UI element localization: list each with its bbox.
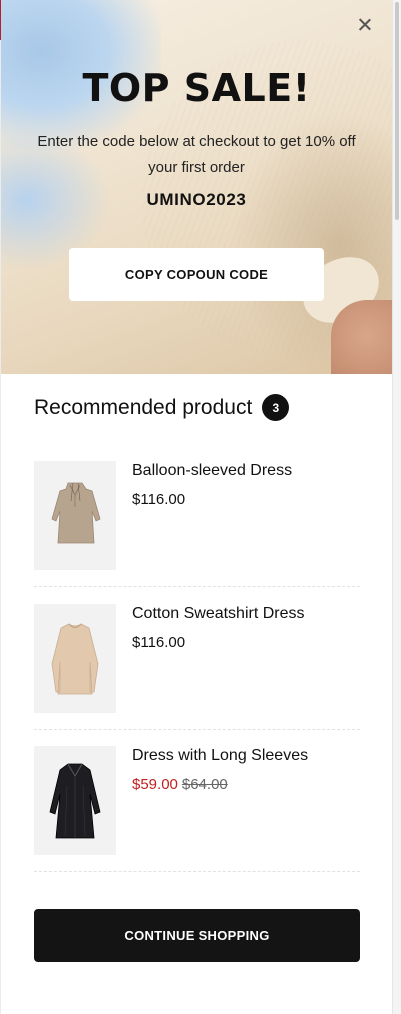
product-price-value: $116.00 [132, 491, 186, 508]
product-item[interactable]: Cotton Sweatshirt Dress $116.00 [34, 604, 360, 714]
product-item[interactable]: Dress with Long Sleeves $59.00 $64.00 [34, 746, 360, 856]
promo-title: TOP SALE! [82, 66, 311, 110]
promo-description: Enter the code below at checkout to get … [37, 133, 356, 176]
product-name[interactable]: Balloon-sleeved Dress [132, 462, 292, 480]
product-name[interactable]: Dress with Long Sleeves [132, 747, 308, 765]
product-divider [34, 871, 360, 872]
product-price-value: $116.00 [132, 634, 186, 651]
recommended-title: Recommended product [34, 395, 253, 419]
close-icon[interactable] [354, 14, 376, 36]
product-divider [34, 586, 360, 587]
hero-image-hand [331, 300, 392, 374]
black-dress-image[interactable] [34, 746, 116, 855]
sale-popup-panel: TOP SALE! Enter the code below at checko… [1, 0, 392, 1014]
product-item[interactable]: Balloon-sleeved Dress $116.00 [34, 461, 360, 571]
recommended-count-badge: 3 [262, 394, 290, 421]
product-price: $59.00 $64.00 [132, 776, 228, 793]
product-sale-price: $59.00 [132, 776, 178, 793]
promo-hero: TOP SALE! Enter the code below at checko… [1, 0, 392, 374]
product-price: $116.00 [132, 634, 185, 651]
copy-coupon-button[interactable]: COPY COPOUN CODE [69, 248, 324, 301]
scrollbar-thumb[interactable] [395, 2, 399, 220]
recommended-header: Recommended product 3 [34, 394, 290, 421]
coupon-code: UMINO2023 [146, 190, 247, 209]
beige-dress-image[interactable] [34, 461, 116, 570]
product-price: $116.00 [132, 491, 185, 508]
product-divider [34, 729, 360, 730]
continue-shopping-button[interactable]: CONTINUE SHOPPING [34, 909, 360, 962]
scrollbar[interactable] [392, 0, 401, 1014]
product-old-price: $64.00 [181, 776, 228, 793]
product-name[interactable]: Cotton Sweatshirt Dress [132, 605, 305, 623]
sweatshirt-dress-image[interactable] [34, 604, 116, 713]
